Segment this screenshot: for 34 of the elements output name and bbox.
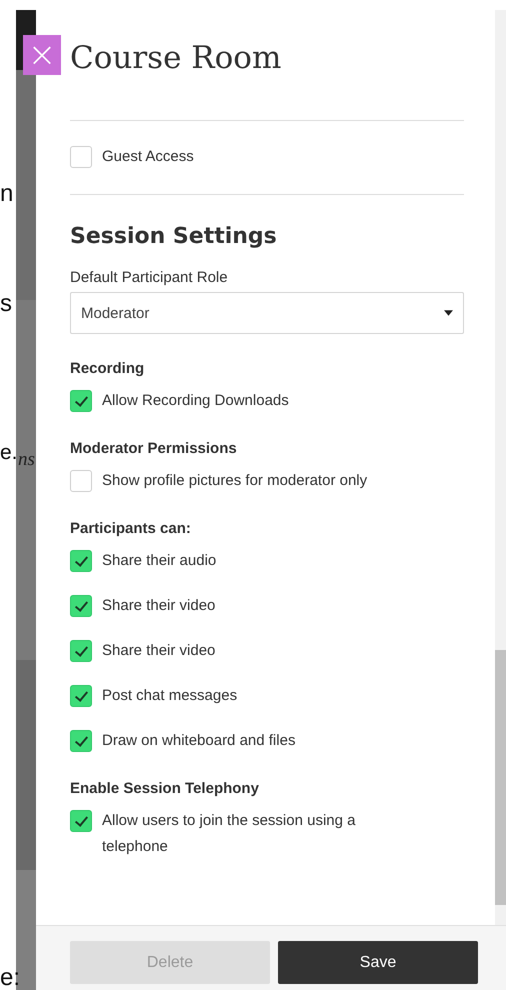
background-text: e. [0, 442, 18, 463]
checkbox-label: Allow Recording Downloads [102, 391, 289, 411]
group-label: Recording [70, 359, 146, 379]
role-dropdown[interactable]: Moderator [70, 292, 464, 334]
background-text: e: [0, 966, 20, 990]
field-label: Default Participant Role [70, 268, 229, 288]
checkbox[interactable] [70, 595, 92, 617]
checkbox[interactable] [70, 730, 92, 752]
checkbox-label: Guest Access [102, 147, 194, 167]
checkbox-label: Share their audio [102, 551, 216, 571]
section-heading: Session Settings [70, 223, 278, 251]
checkbox-label: Post chat messages [102, 686, 238, 706]
checkbox-label: Show profile pictures for moderator only [102, 471, 368, 491]
checkbox[interactable] [70, 470, 92, 492]
group-label: Participants can: [70, 519, 192, 539]
scrollbar-thumb[interactable] [495, 650, 506, 905]
background-text: ns [18, 450, 35, 469]
checkbox[interactable] [70, 810, 92, 832]
checkbox[interactable] [70, 685, 92, 707]
checkbox[interactable] [70, 146, 92, 168]
checkbox-label: Share their video [102, 641, 216, 661]
checkbox-label: Share their video [102, 596, 216, 616]
checkbox-label: Draw on whiteboard and files [102, 731, 296, 751]
save-button[interactable]: Save [278, 941, 478, 984]
checkbox[interactable] [70, 550, 92, 572]
caret-icon [444, 310, 453, 316]
panel-title: Course Room [70, 39, 282, 78]
checkbox[interactable] [70, 390, 92, 412]
group-label: Moderator Permissions [70, 439, 238, 459]
checkbox[interactable] [70, 640, 92, 662]
group-label: Enable Session Telephony [70, 779, 260, 799]
background-text: n [0, 182, 14, 206]
background-text: s [0, 292, 12, 316]
checkbox-label: Allow users to join the session using a telephone [102, 811, 356, 857]
